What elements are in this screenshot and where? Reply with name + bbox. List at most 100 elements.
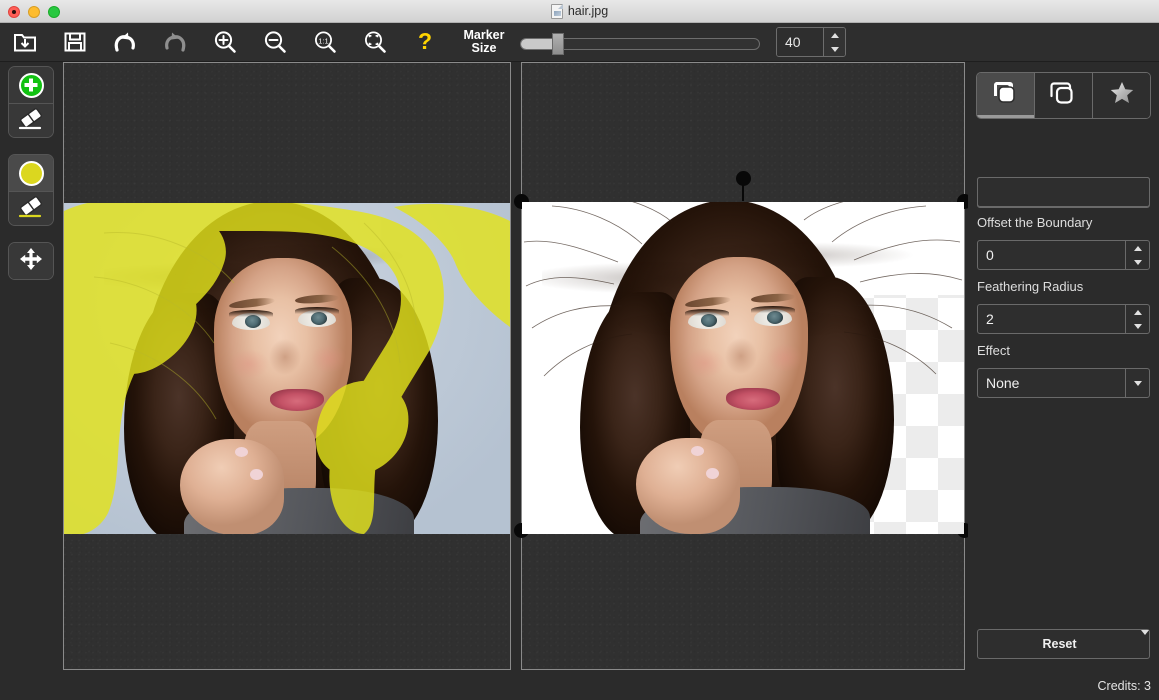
magnifier-fit-icon xyxy=(362,29,388,55)
feathering-radius-field[interactable]: 2 xyxy=(977,304,1150,334)
title-bar: hair.jpg xyxy=(0,0,1159,23)
caret-down-icon[interactable] xyxy=(831,47,839,52)
result-photo[interactable] xyxy=(522,202,964,534)
svg-text:?: ? xyxy=(418,29,432,54)
offset-boundary-field[interactable]: 0 xyxy=(977,240,1150,270)
zoom-out-button[interactable] xyxy=(250,23,300,62)
properties-panel: Foreground Offset the Boundary 0 Feather… xyxy=(968,62,1159,700)
tab-effects[interactable] xyxy=(1092,73,1150,118)
eye-right-result xyxy=(754,309,792,326)
main-toolbar: 1:1 ? Marker Size xyxy=(0,23,1159,62)
tool-mark-foreground[interactable] xyxy=(9,67,53,103)
credits-label: Credits: 3 xyxy=(1098,679,1152,693)
magnifier-one-to-one-icon: 1:1 xyxy=(312,29,338,55)
cheek-right xyxy=(304,339,354,379)
tool-erase-foreground[interactable] xyxy=(9,103,53,138)
move-arrows-icon xyxy=(18,246,44,277)
cheek-left-result xyxy=(677,342,733,384)
green-plus-circle-icon xyxy=(19,73,44,98)
feathering-radius-value[interactable]: 2 xyxy=(978,305,1125,333)
eye-left-result xyxy=(688,312,726,329)
svg-text:1:1: 1:1 xyxy=(318,36,328,45)
question-mark-icon: ? xyxy=(414,29,436,55)
eye-left-lash-result xyxy=(685,309,729,316)
caret-up-icon[interactable] xyxy=(1134,246,1142,251)
caret-up-icon[interactable] xyxy=(1134,310,1142,315)
undo-button[interactable] xyxy=(100,23,150,62)
tab-background[interactable] xyxy=(1034,73,1092,118)
hand-result xyxy=(636,438,740,534)
fingernail-1 xyxy=(235,447,248,457)
zoom-actual-size-button[interactable]: 1:1 xyxy=(300,23,350,62)
slider-fill xyxy=(521,39,553,49)
marker-size-label: Marker Size xyxy=(458,29,510,55)
application-window: hair.jpg xyxy=(0,0,1159,700)
window-title-text: hair.jpg xyxy=(568,4,608,18)
chevron-down-icon xyxy=(1134,381,1142,386)
foreground-tool-group xyxy=(8,66,54,138)
reset-button-label: Reset xyxy=(978,630,1141,658)
help-button[interactable]: ? xyxy=(400,23,450,62)
effect-value[interactable]: None xyxy=(978,369,1125,397)
undo-arrow-icon xyxy=(110,29,140,55)
white-eraser-icon xyxy=(16,106,46,137)
effect-dropdown[interactable]: None xyxy=(977,368,1150,398)
eye-right xyxy=(298,310,336,327)
slider-thumb[interactable] xyxy=(552,33,564,55)
marker-size-value[interactable]: 40 xyxy=(777,28,823,56)
magnifier-minus-icon xyxy=(262,29,288,55)
marker-size-spin-buttons xyxy=(823,28,845,56)
fingernail-2-result xyxy=(706,468,719,479)
yellow-eraser-icon xyxy=(16,194,46,225)
minimize-button[interactable] xyxy=(28,6,40,18)
marker-size-slider[interactable] xyxy=(520,33,760,51)
top-transform-handle[interactable] xyxy=(736,171,751,186)
window-controls xyxy=(8,0,60,23)
tool-rail xyxy=(0,62,62,700)
source-photo[interactable] xyxy=(64,203,510,534)
window-title: hair.jpg xyxy=(551,4,608,19)
close-button[interactable] xyxy=(8,6,20,18)
chevron-down-icon xyxy=(1141,630,1149,635)
cheek-left xyxy=(221,343,277,385)
zoom-in-button[interactable] xyxy=(200,23,250,62)
tab-foreground[interactable] xyxy=(977,73,1034,118)
save-button[interactable] xyxy=(50,23,100,62)
caret-up-icon[interactable] xyxy=(831,33,839,38)
tool-pan-move[interactable] xyxy=(9,243,53,279)
reset-button[interactable]: Reset xyxy=(977,629,1150,659)
fingernail-2 xyxy=(250,469,263,480)
cheek-right-result xyxy=(760,338,810,378)
maximize-button[interactable] xyxy=(48,6,60,18)
feathering-radius-stepper xyxy=(1125,305,1149,333)
open-import-button[interactable] xyxy=(0,23,50,62)
eye-right-lash xyxy=(295,307,339,314)
effect-dropdown-arrow[interactable] xyxy=(1125,369,1149,397)
layers-outline-icon xyxy=(1049,79,1079,112)
eye-left xyxy=(232,313,270,330)
offset-boundary-value[interactable]: 0 xyxy=(978,241,1125,269)
document-icon xyxy=(551,4,563,19)
tool-mark-background[interactable] xyxy=(9,155,53,191)
result-canvas[interactable] xyxy=(521,62,965,670)
reset-dropdown-arrow[interactable] xyxy=(1141,630,1149,658)
zoom-fit-button[interactable] xyxy=(350,23,400,62)
hand xyxy=(180,439,284,534)
lips xyxy=(270,389,324,411)
lips-result xyxy=(726,388,780,410)
source-canvas[interactable] xyxy=(63,62,511,670)
tool-erase-background[interactable] xyxy=(9,191,53,226)
caret-down-icon[interactable] xyxy=(1134,324,1142,329)
redo-button[interactable] xyxy=(150,23,200,62)
eye-left-lash xyxy=(229,310,273,317)
star-icon xyxy=(1108,79,1136,112)
marker-size-stepper[interactable]: 40 xyxy=(776,27,846,57)
navigate-tool-group xyxy=(8,242,54,280)
marker-size-label-line2: Size xyxy=(458,42,510,55)
yellow-circle-icon xyxy=(19,161,44,186)
caret-down-icon[interactable] xyxy=(1134,260,1142,265)
magnifier-plus-icon xyxy=(212,29,238,55)
fingernail-1-result xyxy=(691,446,704,456)
offset-boundary-label: Offset the Boundary xyxy=(977,215,1092,230)
offset-boundary-stepper xyxy=(1125,241,1149,269)
